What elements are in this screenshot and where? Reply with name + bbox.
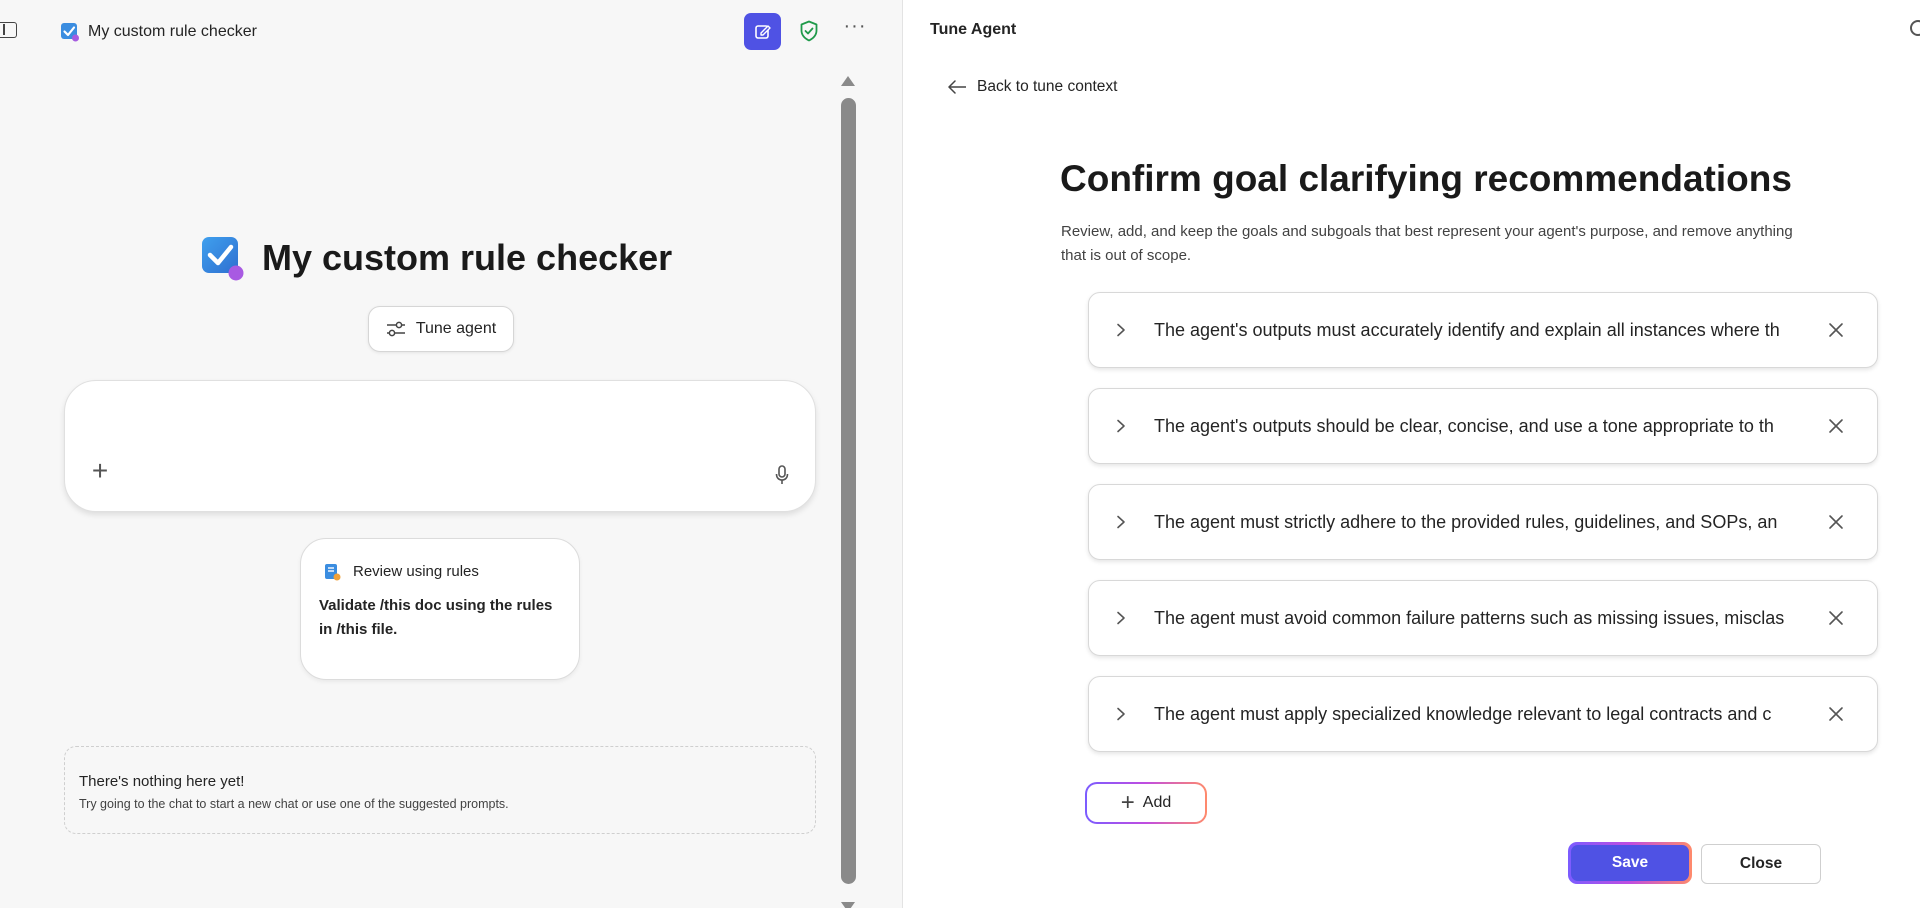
- close-button[interactable]: Close: [1701, 844, 1821, 884]
- close-icon[interactable]: [1825, 607, 1847, 629]
- add-goal-button[interactable]: + Add: [1085, 782, 1207, 824]
- goal-text: The agent's outputs should be clear, con…: [1154, 416, 1774, 436]
- save-button-label: Save: [1571, 845, 1689, 881]
- close-icon[interactable]: [1825, 319, 1847, 341]
- search-icon[interactable]: [1910, 20, 1920, 36]
- add-goal-inner: + Add: [1087, 784, 1205, 822]
- scroll-up-icon[interactable]: [841, 76, 855, 86]
- app-title: My custom rule checker: [88, 23, 257, 40]
- shield-check-icon: [800, 20, 818, 42]
- chat-header: My custom rule checker ···: [0, 0, 902, 62]
- suggested-prompt-card[interactable]: Review using rules Validate /this doc us…: [300, 538, 580, 680]
- chat-composer: +: [64, 380, 816, 512]
- panel-toggle-icon[interactable]: [0, 22, 17, 38]
- arrow-left-icon: [948, 80, 966, 94]
- close-icon[interactable]: [1825, 511, 1847, 533]
- chevron-right-icon[interactable]: [1111, 415, 1131, 437]
- document-rules-icon: [325, 564, 341, 581]
- prompt-title: Review using rules: [353, 563, 479, 580]
- sliders-icon: [386, 321, 405, 337]
- prompt-text: Validate /this doc using the rules in /t…: [319, 597, 553, 638]
- goal-list: The agent's outputs must accurately iden…: [1088, 292, 1880, 772]
- more-icon[interactable]: ···: [840, 16, 870, 44]
- add-goal-label: Add: [1142, 794, 1172, 811]
- chat-pane: My custom rule checker ··· My custom rul…: [0, 0, 902, 908]
- agent-title: My custom rule checker: [262, 237, 673, 278]
- back-link[interactable]: Back to tune context: [947, 78, 1117, 96]
- tune-agent-button[interactable]: Tune agent: [368, 306, 514, 352]
- goal-item[interactable]: The agent must apply specialized knowled…: [1088, 676, 1878, 752]
- chevron-right-icon[interactable]: [1111, 319, 1131, 341]
- goal-item[interactable]: The agent's outputs should be clear, con…: [1088, 388, 1878, 464]
- goal-item[interactable]: The agent must avoid common failure patt…: [1088, 580, 1878, 656]
- plus-icon: +: [1120, 789, 1135, 816]
- chevron-right-icon[interactable]: [1111, 703, 1131, 725]
- compose-icon: [754, 24, 771, 39]
- shield-button[interactable]: [796, 18, 822, 44]
- close-icon[interactable]: [1825, 415, 1847, 437]
- goal-item[interactable]: The agent must strictly adhere to the pr…: [1088, 484, 1878, 560]
- add-attachment-icon[interactable]: +: [85, 457, 115, 487]
- back-link-label: Back to tune context: [977, 78, 1118, 95]
- hero: My custom rule checker: [200, 232, 672, 284]
- chevron-right-icon[interactable]: [1111, 607, 1131, 629]
- tune-agent-label: Tune agent: [415, 320, 497, 337]
- goal-item[interactable]: The agent's outputs must accurately iden…: [1088, 292, 1878, 368]
- app-icon: [202, 237, 244, 281]
- microphone-icon[interactable]: [771, 463, 793, 487]
- chat-input[interactable]: [95, 405, 785, 449]
- tune-agent-title: Tune Agent: [930, 21, 1017, 38]
- chevron-right-icon[interactable]: [1111, 511, 1131, 533]
- empty-state-title: There's nothing here yet!: [79, 773, 245, 790]
- compose-button[interactable]: [744, 13, 781, 50]
- scroll-down-icon[interactable]: [841, 902, 855, 908]
- empty-state-subtitle: Try going to the chat to start a new cha…: [79, 797, 509, 811]
- goal-text: The agent's outputs must accurately iden…: [1154, 320, 1780, 340]
- goal-text: The agent must apply specialized knowled…: [1154, 704, 1772, 724]
- app-icon: [61, 23, 79, 42]
- tune-agent-pane: Tune Agent Back to tune context Confirm …: [903, 0, 1920, 908]
- empty-state: There's nothing here yet! Try going to t…: [64, 746, 816, 834]
- save-button[interactable]: Save: [1568, 842, 1692, 884]
- close-icon[interactable]: [1825, 703, 1847, 725]
- page-description: Review, add, and keep the goals and subg…: [1061, 223, 1793, 264]
- scroll-thumb[interactable]: [841, 98, 856, 884]
- page-title: Confirm goal clarifying recommendations: [1060, 158, 1792, 199]
- goal-text: The agent must strictly adhere to the pr…: [1154, 512, 1778, 532]
- goal-text: The agent must avoid common failure patt…: [1154, 608, 1785, 628]
- scrollbar[interactable]: [838, 72, 858, 908]
